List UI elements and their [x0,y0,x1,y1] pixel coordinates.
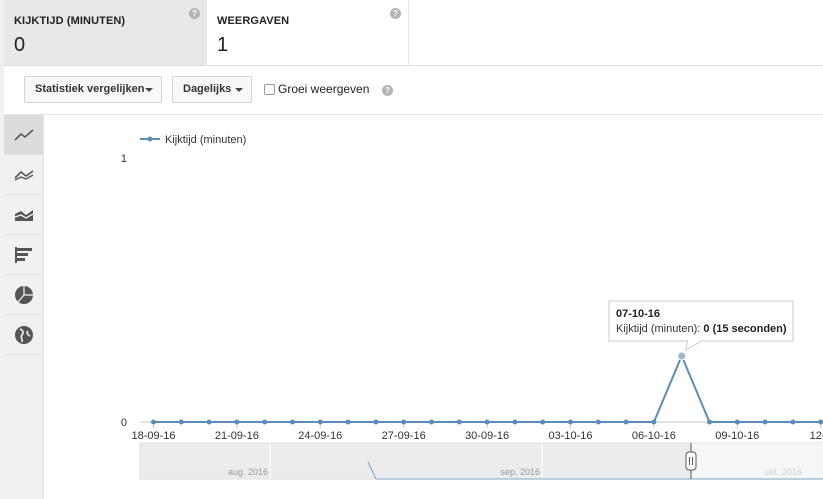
data-point [234,419,240,425]
x-tick-label: 06-10-16 [632,430,676,442]
data-point [595,419,601,425]
time-range-navigator[interactable]: aug. 2016sep. 2016okt. 2016 [139,442,823,480]
y-tick-label: 0 [121,417,127,429]
highlighted-data-point [677,351,687,361]
data-point [290,419,295,425]
legend-marker [147,136,153,142]
data-point [540,419,546,425]
x-tick-label: 24-09-16 [298,430,342,442]
tooltip-metric-label: Kijktijd (minuten): [616,323,703,335]
legend-label: Kijktijd (minuten) [165,134,246,146]
data-point [568,419,573,425]
y-tick-label: 1 [121,153,127,165]
data-point [206,419,212,425]
navigator-month-label: sep. 2016 [500,467,540,477]
tooltip-metric-value: 0 (15 seconden) [703,323,786,335]
x-axis: 18-09-16 21-09-16 24-09-16 27-09-16 30-09-16… [131,421,823,442]
series-line [153,353,821,423]
data-point [317,419,323,425]
x-tick-label: 30-09-16 [465,430,509,442]
data-point [762,419,768,425]
data-point [484,419,490,425]
data-point [178,419,184,425]
watch-time-line-chart: aug. 2016sep. 2016okt. 2016 Kijktijd (mi… [121,134,823,480]
data-point [429,419,434,425]
data-point [623,419,629,425]
x-tick-label: 09-10-16 [715,430,759,442]
tooltip-value-line: Kijktijd (minuten): 0 (15 seconden) [616,323,787,335]
tooltip-date: 07-10-16 [616,308,660,320]
series-watch-time [151,351,823,425]
data-point [262,419,268,425]
data-point [734,419,740,425]
navigator-handle-left[interactable] [685,451,697,471]
data-point [651,419,657,425]
data-point [345,419,351,425]
data-point [151,419,156,425]
x-tick-label: 12-1 [810,430,823,442]
data-point [707,419,712,425]
data-point [512,419,518,425]
data-point [456,419,462,425]
navigator-month-label: aug. 2016 [228,467,268,477]
chart-tooltip: 07-10-16 Kijktijd (minuten): 0 (15 second… [608,300,794,351]
data-point [401,419,407,425]
x-tick-label: 03-10-16 [548,430,592,442]
y-axis: 01 [121,153,127,429]
x-tick-label: 18-09-16 [131,430,175,442]
data-point [818,419,823,425]
data-point [790,419,796,425]
data-point [373,419,379,425]
navigator-selected-range [691,443,823,479]
chart-legend: Kijktijd (minuten) [140,134,246,146]
x-tick-label: 21-09-16 [215,430,259,442]
x-tick-label: 27-09-16 [382,430,426,442]
